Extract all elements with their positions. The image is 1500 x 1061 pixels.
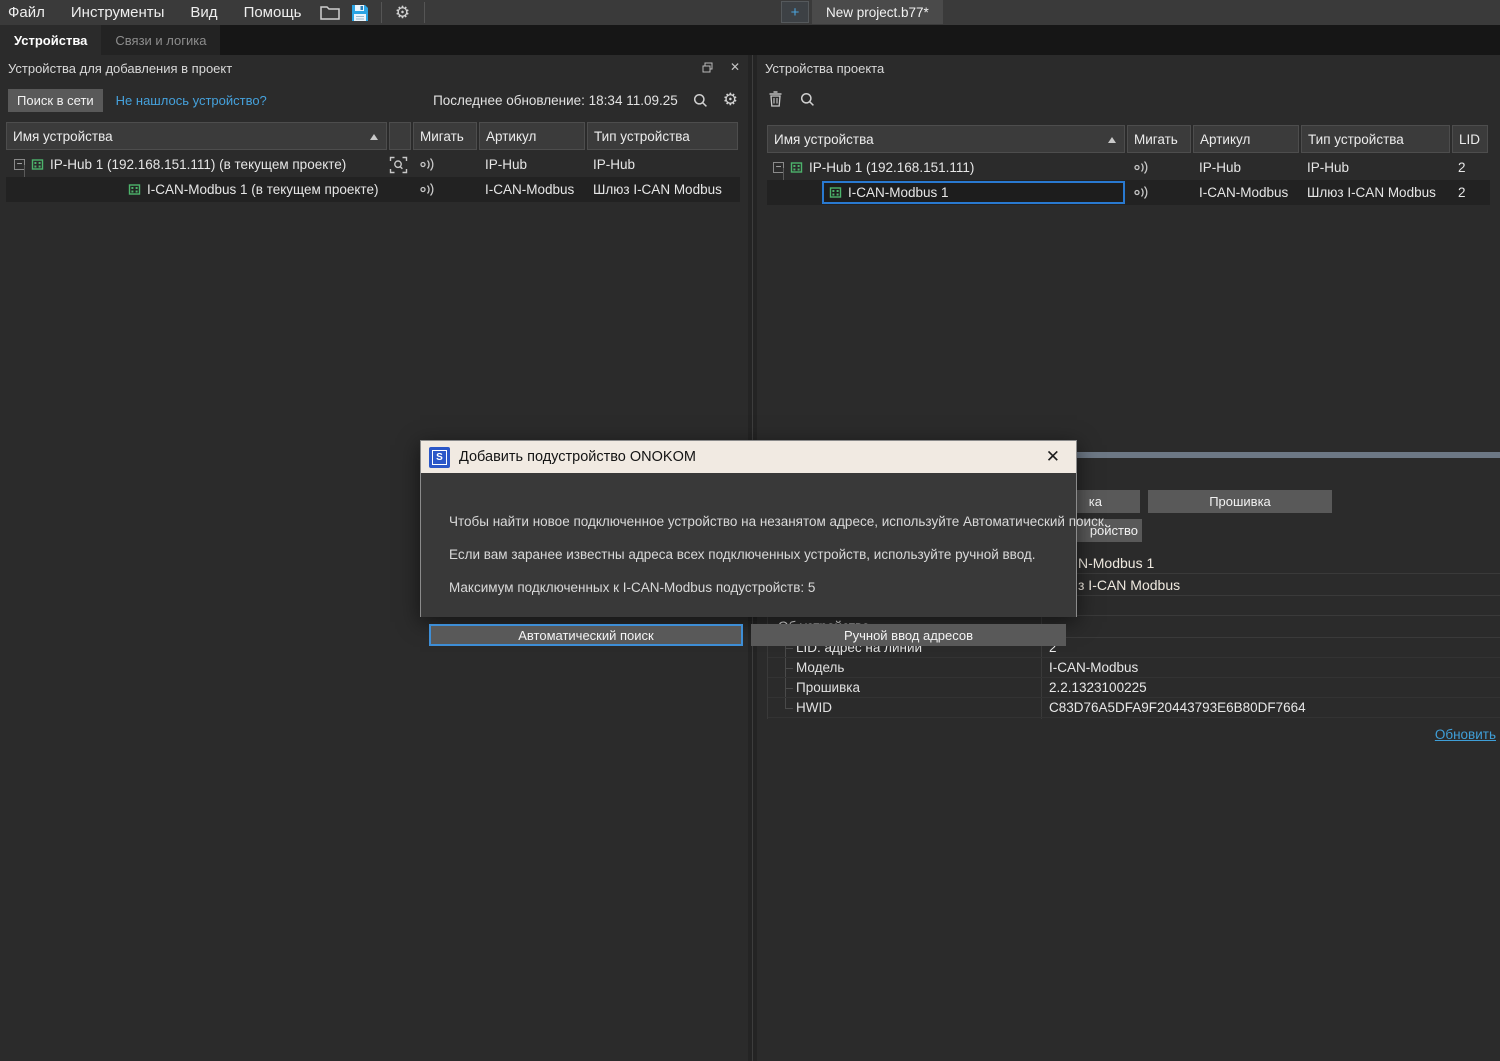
search-icon[interactable] (693, 93, 708, 108)
column-header-type[interactable]: Тип устройства (1301, 125, 1450, 153)
device-articul: I-CAN-Modbus (479, 177, 587, 202)
device-type: Шлюз I-CAN Modbus (587, 177, 740, 202)
device-lid: 2 (1452, 180, 1488, 205)
column-header-blink[interactable]: Мигать (413, 122, 477, 150)
blink-button[interactable] (1127, 155, 1193, 180)
refresh-link[interactable]: Обновить (1435, 727, 1496, 742)
document-tab[interactable]: New project.b77* (812, 0, 943, 24)
column-header-lid[interactable]: LID (1452, 125, 1488, 153)
search-icon[interactable] (800, 92, 815, 107)
device-articul: IP-Hub (1193, 155, 1301, 180)
menu-help[interactable]: Помощь (231, 0, 315, 25)
settings-button[interactable]: ⚙ (388, 1, 418, 24)
menubar: Файл Инструменты Вид Помощь ⚙ (0, 0, 1500, 25)
add-subdevice-dialog: S Добавить подустройство ONOKOM ✕ Чтобы … (420, 440, 1077, 617)
device-lid: 2 (1452, 155, 1488, 180)
property-value: C83D76A5DFA9F20443793E6B80DF7664 (1041, 698, 1306, 717)
property-label: HWID (768, 698, 1041, 717)
property-label: Прошивка (768, 678, 1041, 697)
column-header-articul[interactable]: Артикул (479, 122, 585, 150)
dialog-text-line: Чтобы найти новое подключенное устройств… (449, 514, 1108, 529)
blink-signal-icon (1133, 160, 1151, 175)
left-panel-title: Устройства для добавления в проект (8, 61, 232, 76)
device-type: Шлюз I-CAN Modbus (1301, 180, 1452, 205)
column-header-articul[interactable]: Артикул (1193, 125, 1299, 153)
device-icon (790, 161, 803, 174)
sort-asc-icon (370, 134, 378, 140)
property-label: Модель (768, 658, 1041, 677)
device-articul: I-CAN-Modbus (1193, 180, 1301, 205)
device-name: IP-Hub 1 (192.168.151.111) (809, 160, 974, 175)
property-row: HWID C83D76A5DFA9F20443793E6B80DF7664 (768, 698, 1500, 718)
search-network-button[interactable]: Поиск в сети (8, 89, 103, 112)
gear-icon: ⚙ (395, 4, 410, 21)
manual-address-input-button[interactable]: Ручной ввод адресов (751, 624, 1066, 646)
firmware-button[interactable]: Прошивка (1148, 490, 1332, 513)
delete-device-button[interactable] (769, 91, 782, 107)
app-window: Файл Инструменты Вид Помощь ⚙ (0, 0, 1500, 1061)
device-not-found-link[interactable]: Не нашлось устройство? (116, 93, 267, 108)
device-articul: IP-Hub (479, 152, 587, 177)
table-row[interactable]: − IP-Hub 1 (192.168.151.111) IP-Hub IP-H… (767, 155, 1490, 180)
property-row: Прошивка 2.2.1323100225 (768, 678, 1500, 698)
dialog-text-line: Если вам заранее известны адреса всех по… (449, 547, 1036, 562)
selected-name-cell[interactable]: I-CAN-Modbus 1 (822, 181, 1125, 204)
device-name: I-CAN-Modbus 1 (848, 185, 949, 200)
blink-button[interactable] (413, 152, 479, 177)
menubar-separator (381, 2, 382, 23)
gear-icon[interactable]: ⚙ (723, 92, 738, 108)
device-name: IP-Hub 1 (192.168.151.111) (в текущем пр… (50, 157, 346, 172)
onokom-app-icon: S (429, 447, 450, 468)
menu-view[interactable]: Вид (177, 0, 230, 25)
dialog-title: Добавить подустройство ONOKOM (459, 449, 1038, 465)
device-icon (31, 158, 44, 171)
blink-signal-icon (1133, 185, 1151, 200)
property-value: I-CAN-Modbus (1041, 658, 1138, 677)
close-panel-icon[interactable]: ✕ (730, 62, 740, 73)
blink-button[interactable] (413, 177, 479, 202)
right-panel-title: Устройства проекта (765, 61, 884, 76)
device-icon (128, 183, 141, 196)
device-type: IP-Hub (587, 152, 740, 177)
blink-signal-icon (419, 182, 437, 197)
blink-signal-icon (419, 157, 437, 172)
float-panel-icon[interactable] (702, 62, 713, 73)
new-project-tab-button[interactable]: + (781, 1, 809, 23)
tab-links-logic[interactable]: Связи и логика (101, 25, 220, 55)
table-row[interactable]: I-CAN-Modbus 1 I-CAN-Modbus Шлюз I-CAN M… (767, 180, 1490, 205)
table-row[interactable]: I-CAN-Modbus 1 (в текущем проекте) I-CAN… (6, 177, 740, 202)
save-icon (351, 4, 369, 22)
save-button[interactable] (345, 1, 375, 24)
menubar-separator (424, 2, 425, 23)
device-name: I-CAN-Modbus 1 (в текущем проекте) (147, 182, 378, 197)
device-icon (829, 186, 842, 199)
menu-file[interactable]: Файл (0, 0, 58, 25)
column-header-blank[interactable] (389, 122, 411, 150)
last-update-label: Последнее обновление: 18:34 11.09.25 (433, 93, 678, 108)
property-value: 2.2.1323100225 (1041, 678, 1147, 697)
menu-tools[interactable]: Инструменты (58, 0, 178, 25)
dialog-titlebar[interactable]: S Добавить подустройство ONOKOM ✕ (421, 441, 1076, 473)
open-folder-button[interactable] (315, 1, 345, 24)
scan-icon (389, 156, 408, 174)
column-header-name[interactable]: Имя устройства (6, 122, 387, 150)
tab-devices[interactable]: Устройства (0, 25, 101, 55)
column-header-name[interactable]: Имя устройства (767, 125, 1125, 153)
folder-icon (320, 5, 340, 20)
device-type: IP-Hub (1301, 155, 1452, 180)
blink-button[interactable] (1127, 180, 1193, 205)
locate-device-button[interactable] (389, 152, 413, 177)
table-row[interactable]: − IP-Hub 1 (192.168.151.111) (в текущем … (6, 152, 740, 177)
dialog-text-line: Максимум подключенных к I-CAN-Modbus под… (449, 580, 815, 595)
main-tabstrip: Устройства Связи и логика (0, 25, 1500, 55)
sort-asc-icon (1108, 137, 1116, 143)
column-header-type[interactable]: Тип устройства (587, 122, 738, 150)
property-row: Модель I-CAN-Modbus (768, 658, 1500, 678)
close-icon[interactable]: ✕ (1038, 447, 1068, 467)
column-header-blink[interactable]: Мигать (1127, 125, 1191, 153)
automatic-search-button[interactable]: Автоматический поиск (429, 624, 743, 646)
